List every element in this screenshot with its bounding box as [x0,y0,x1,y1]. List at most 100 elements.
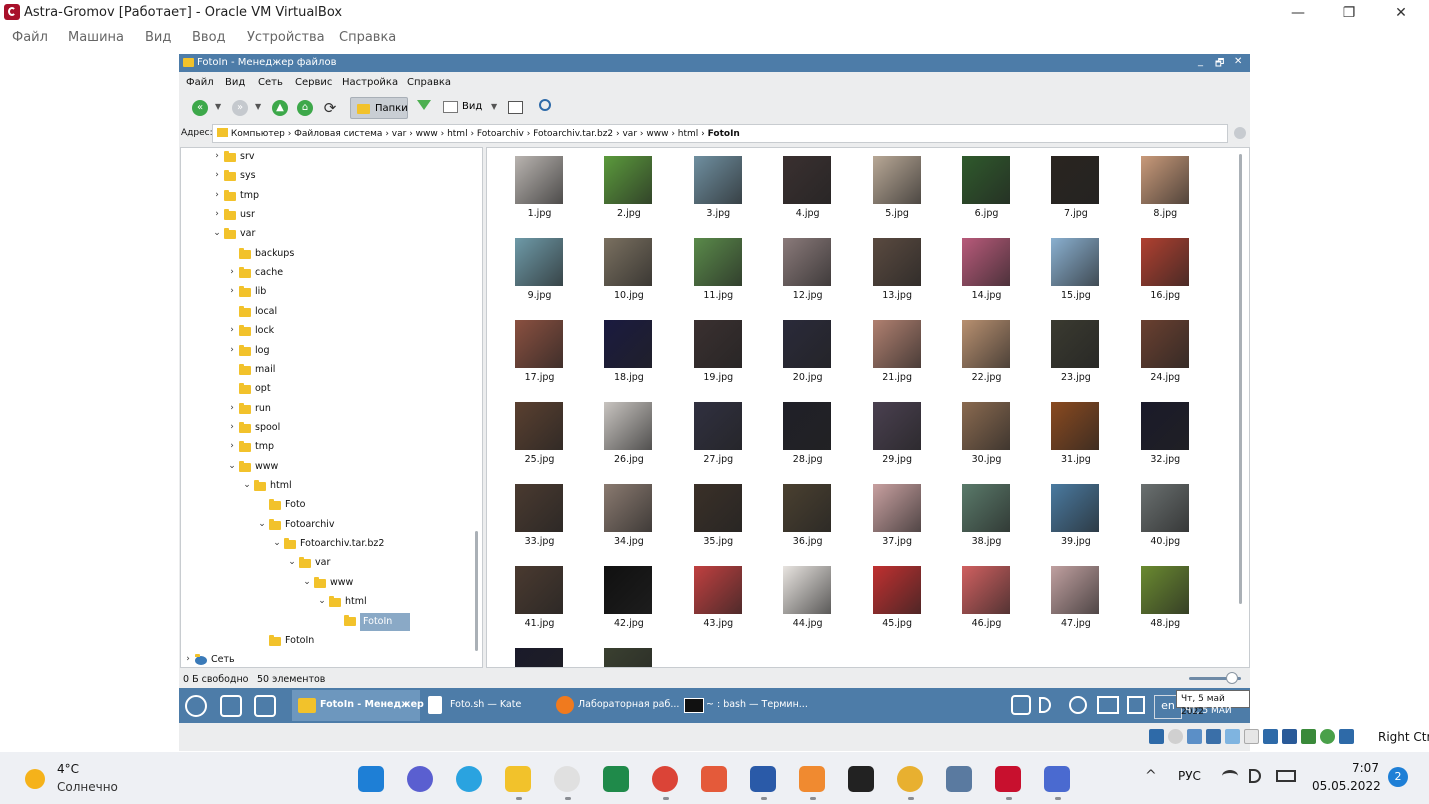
notepad-icon[interactable] [1044,766,1070,792]
folders-toggle-button[interactable]: Папки [350,97,408,119]
file-item[interactable]: 28.jpg [763,394,852,476]
breadcrumb-current[interactable]: FotoIn [708,129,740,139]
file-item[interactable]: 17.jpg [495,312,584,394]
file-item[interactable] [495,640,584,667]
start-menu-icon[interactable] [185,695,207,717]
word-icon[interactable] [750,766,776,792]
file-item[interactable]: 47.jpg [1031,558,1120,640]
recording-icon[interactable] [1282,729,1297,744]
file-item[interactable]: 25.jpg [495,394,584,476]
task-file-manager[interactable]: FotoIn - Менеджер ... [292,690,438,721]
view-button-label[interactable]: Вид [462,101,482,112]
weather-temperature[interactable]: 4°C [57,762,79,776]
breadcrumb-item[interactable]: Fotoarchiv.tar.bz2 [533,129,613,139]
fm-maximize-button[interactable]: 🗗 [1215,56,1224,73]
input-language[interactable]: РУС [1178,769,1201,783]
virtualbox-icon[interactable] [946,766,972,792]
expand-arrow-icon[interactable]: › [227,286,237,296]
network-adapter-icon[interactable] [1206,729,1221,744]
file-item[interactable]: 20.jpg [763,312,852,394]
display-icon[interactable] [1263,729,1278,744]
expand-arrow-icon[interactable]: › [183,654,193,664]
expand-arrow-icon[interactable]: › [227,422,237,432]
file-item[interactable]: 10.jpg [584,230,673,312]
file-grid-scrollbar[interactable] [1239,154,1242,604]
collapse-arrow-icon[interactable]: ⌄ [287,557,297,567]
host-menu-view[interactable]: Вид [145,30,171,45]
file-item[interactable]: 46.jpg [942,558,1031,640]
host-menu-machine[interactable]: Машина [68,30,124,45]
notification-badge[interactable]: 2 [1388,767,1408,787]
presentation-app-icon[interactable] [701,766,727,792]
file-item[interactable] [584,640,673,667]
expand-arrow-icon[interactable]: › [227,441,237,451]
breadcrumb-item[interactable]: var [622,129,637,139]
tree-scrollbar[interactable] [475,531,478,651]
cpu-icon[interactable] [1301,729,1316,744]
breadcrumb-item[interactable]: var [392,129,407,139]
fm-menu-help[interactable]: Справка [407,77,451,88]
file-item[interactable]: 16.jpg [1121,230,1210,312]
teams-chat-icon[interactable] [407,766,433,792]
file-item[interactable]: 9.jpg [495,230,584,312]
file-item[interactable]: 34.jpg [584,476,673,558]
pdf-reader-icon[interactable] [799,766,825,792]
view-menu-caret-icon[interactable]: ▼ [491,102,497,111]
file-item[interactable]: 12.jpg [763,230,852,312]
expand-arrow-icon[interactable]: › [212,170,222,180]
hdd-icon[interactable] [1149,729,1164,744]
collapse-arrow-icon[interactable]: ⌄ [272,538,282,548]
speaker-muted-icon[interactable] [1249,769,1261,783]
fm-menu-file[interactable]: Файл [186,77,214,88]
minimize-button[interactable]: — [1275,2,1321,24]
maximize-button[interactable]: ❐ [1326,2,1372,24]
breadcrumb-item[interactable]: Файловая система [294,129,382,139]
collapse-arrow-icon[interactable]: ⌄ [302,577,312,587]
file-item[interactable]: 33.jpg [495,476,584,558]
shared-folders-icon[interactable] [1244,729,1259,744]
file-item[interactable]: 29.jpg [853,394,942,476]
file-item[interactable]: 38.jpg [942,476,1031,558]
file-item[interactable]: 22.jpg [942,312,1031,394]
filter-icon[interactable] [417,100,431,110]
file-item[interactable]: 37.jpg [853,476,942,558]
file-item[interactable]: 15.jpg [1031,230,1120,312]
file-item[interactable]: 24.jpg [1121,312,1210,394]
telegram-icon[interactable] [456,766,482,792]
file-item[interactable]: 44.jpg [763,558,852,640]
file-item[interactable]: 45.jpg [853,558,942,640]
battery-icon[interactable] [1276,770,1296,782]
chrome-icon[interactable] [652,766,678,792]
task-kate[interactable]: Foto.sh — Kate [422,690,548,721]
windows-start-icon[interactable] [358,766,384,792]
file-item[interactable]: 14.jpg [942,230,1031,312]
collapse-arrow-icon[interactable]: ⌄ [212,228,222,238]
task-terminal[interactable]: ~ : bash — Термин... [678,690,808,721]
fm-menu-service[interactable]: Сервис [295,77,332,88]
breadcrumb-item[interactable]: www [416,129,438,139]
file-item[interactable]: 5.jpg [853,148,942,230]
go-arrow-icon[interactable] [1234,127,1246,139]
fm-menu-view[interactable]: Вид [225,77,245,88]
expand-arrow-icon[interactable]: › [227,267,237,277]
file-item[interactable]: 11.jpg [674,230,763,312]
file-item[interactable]: 32.jpg [1121,394,1210,476]
fm-close-button[interactable]: ✕ [1234,56,1242,67]
file-item[interactable]: 31.jpg [1031,394,1120,476]
zoom-slider-handle[interactable] [1226,672,1238,684]
keyboard-capture-icon[interactable] [1339,729,1354,744]
sun-weather-icon[interactable] [25,769,45,789]
new-panel-icon[interactable] [508,101,523,114]
refresh-icon[interactable]: ⟳ [322,100,338,116]
file-item[interactable]: 40.jpg [1121,476,1210,558]
expand-arrow-icon[interactable]: › [212,209,222,219]
yandex-browser-icon[interactable] [554,766,580,792]
collapse-arrow-icon[interactable]: ⌄ [257,519,267,529]
guest-clock[interactable]: ЧТ, 5 МАЙ [1185,706,1232,716]
system-date[interactable]: 05.05.2022 [1312,779,1381,793]
system-time[interactable]: 7:07 [1352,761,1379,775]
optical-drive-icon[interactable] [1168,729,1183,744]
address-field[interactable]: Компьютер › Файловая система › var › www… [212,124,1228,143]
file-item[interactable]: 41.jpg [495,558,584,640]
file-item[interactable]: 19.jpg [674,312,763,394]
